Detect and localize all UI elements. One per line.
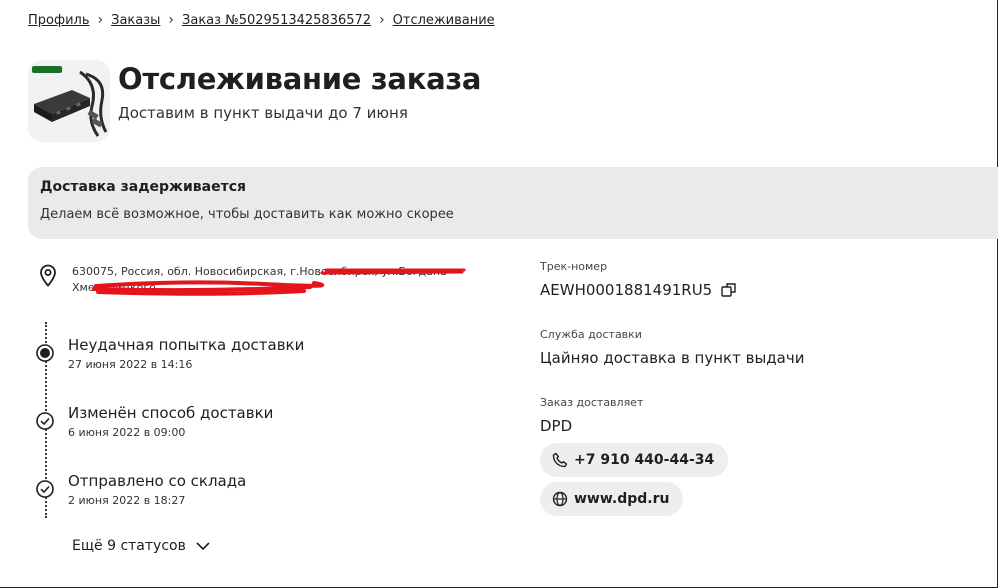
status-date: 6 июня 2022 в 09:00 bbox=[68, 426, 186, 439]
service-value: Цайняо доставка в пункт выдачи bbox=[540, 349, 805, 367]
carrier-label: Заказ доставляет bbox=[540, 396, 644, 409]
show-more-label: Ещё 9 статусов bbox=[72, 538, 186, 554]
website-link: www.dpd.ru bbox=[574, 491, 670, 507]
breadcrumb-orders[interactable]: Заказы bbox=[111, 13, 160, 28]
delay-alert: Доставка задерживается Делаем всё возмож… bbox=[28, 167, 998, 239]
track-label: Трек-номер bbox=[540, 260, 608, 273]
status-date: 2 июня 2022 в 18:27 bbox=[68, 494, 186, 507]
breadcrumb: Профиль › Заказы › Заказ №50295134258365… bbox=[28, 12, 495, 28]
show-more-statuses-button[interactable]: Ещё 9 статусов bbox=[72, 538, 210, 554]
check-circle-icon bbox=[36, 412, 54, 430]
alert-title: Доставка задерживается bbox=[40, 179, 246, 195]
delivery-address: 630075, Россия, обл. Новосибирская, г.Но… bbox=[38, 262, 508, 298]
breadcrumb-separator: › bbox=[379, 12, 385, 28]
track-number-block: Трек-номер AEWH0001881491RU5 bbox=[540, 260, 738, 299]
carrier-phone-button[interactable]: +7 910 440-44-34 bbox=[540, 443, 729, 477]
phone-icon bbox=[552, 452, 568, 468]
address-redaction bbox=[92, 268, 466, 296]
status-title: Неудачная попытка доставки bbox=[68, 336, 305, 354]
status-date: 27 июня 2022 в 14:16 bbox=[68, 358, 193, 371]
chevron-down-icon bbox=[196, 541, 210, 550]
copy-icon[interactable] bbox=[720, 281, 738, 299]
check-circle-icon bbox=[36, 480, 54, 498]
alert-text: Делаем всё возможное, чтобы доставить ка… bbox=[40, 207, 454, 222]
service-label: Служба доставки bbox=[540, 328, 642, 341]
status-title: Отправлено со склада bbox=[68, 472, 247, 490]
carrier-value: DPD bbox=[540, 417, 573, 435]
breadcrumb-order[interactable]: Заказ №5029513425836572 bbox=[182, 13, 371, 28]
carrier-website-button[interactable]: www.dpd.ru bbox=[540, 482, 684, 516]
globe-icon bbox=[552, 491, 568, 507]
breadcrumb-separator: › bbox=[97, 12, 104, 28]
location-pin-icon bbox=[40, 264, 56, 287]
track-number: AEWH0001881491RU5 bbox=[540, 281, 713, 299]
delivery-estimate: Доставим в пункт выдачи до 7 июня bbox=[118, 104, 408, 122]
page-title: Отслеживание заказа bbox=[118, 62, 482, 96]
kvm-switch-image bbox=[28, 60, 110, 142]
breadcrumb-separator: › bbox=[168, 12, 175, 28]
carrier-block: Заказ доставляет DPD bbox=[540, 396, 643, 435]
delivery-service-block: Служба доставки Цайняо доставка в пункт … bbox=[540, 328, 804, 367]
breadcrumb-profile[interactable]: Профиль bbox=[28, 13, 90, 28]
status-title: Изменён способ доставки bbox=[68, 404, 274, 422]
phone-number: +7 910 440-44-34 bbox=[574, 452, 715, 468]
product-thumbnail[interactable] bbox=[28, 60, 110, 142]
current-status-icon bbox=[36, 344, 54, 362]
breadcrumb-tracking[interactable]: Отслеживание bbox=[393, 13, 495, 28]
